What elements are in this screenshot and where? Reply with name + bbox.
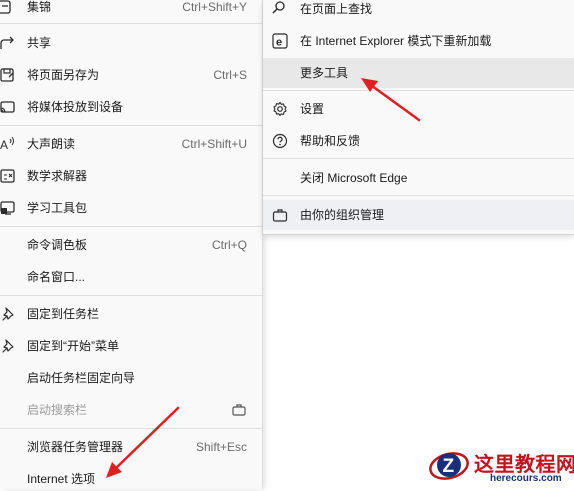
watermark-url: herecours.com [490, 473, 562, 484]
menu-item-label: 将媒体投放到设备 [27, 100, 124, 114]
watermark-logo: Z [429, 452, 469, 480]
menu-item-label: 固定到任务栏 [27, 307, 100, 321]
find-icon [272, 1, 288, 17]
menu-item-settings[interactable]: 设置 [263, 94, 574, 124]
menu-item-label: 共享 [27, 36, 52, 50]
menu-item-label: 在 Internet Explorer 模式下重新加载 [300, 34, 492, 48]
menu-item-ie-mode[interactable]: e 在 Internet Explorer 模式下重新加载 [263, 26, 574, 56]
menu-item-share[interactable]: 共享 [0, 31, 262, 55]
menu-item-label: 学习工具包 [27, 201, 88, 215]
menu-divider [0, 428, 262, 429]
shortcut-text: Ctrl+Shift+Y [182, 0, 247, 14]
edge-main-menu: 在页面上查找 e 在 Internet Explorer 模式下重新加载 更多工… [263, 0, 574, 235]
learning-toolkit-icon [0, 200, 16, 216]
briefcase-icon [232, 403, 246, 416]
share-icon [0, 35, 16, 51]
menu-item-label: 更多工具 [300, 66, 349, 80]
menu-item-pin-taskbar[interactable]: 固定到任务栏 [0, 302, 262, 326]
menu-item-task-manager[interactable]: 浏览器任务管理器 Shift+Esc [0, 435, 262, 459]
menu-divider [0, 295, 262, 296]
shortcut-text: Ctrl+S [213, 68, 247, 82]
menu-item-internet-options[interactable]: Internet 选项 [0, 467, 262, 491]
menu-item-find-on-page[interactable]: 在页面上查找 [263, 0, 574, 24]
menu-item-math-solver[interactable]: 数学求解器 [0, 164, 262, 188]
menu-divider [263, 195, 574, 196]
read-aloud-icon: A [0, 136, 16, 152]
menu-item-name-window[interactable]: 命名窗口... [0, 265, 262, 289]
ie-icon: e [272, 33, 288, 49]
menu-item-help-feedback[interactable]: 帮助和反馈 [263, 126, 574, 156]
menu-divider [0, 226, 262, 227]
math-solver-icon [0, 168, 16, 184]
menu-item-more-tools[interactable]: 更多工具 [263, 58, 574, 88]
shortcut-text: Ctrl+Shift+U [181, 137, 247, 151]
save-page-icon [0, 67, 16, 83]
menu-item-label: 大声朗读 [27, 137, 76, 151]
menu-item-command-palette[interactable]: 命令调色板 Ctrl+Q [0, 233, 262, 257]
site-watermark: Z 这里教程网 herecours.com [428, 442, 574, 489]
menu-item-label: 由你的组织管理 [300, 208, 385, 222]
menu-item-label: 浏览器任务管理器 [27, 440, 124, 454]
menu-item-label: 固定到“开始”菜单 [27, 339, 119, 353]
menu-item-managed-by-org[interactable]: 由你的组织管理 [263, 200, 574, 230]
menu-item-learning-toolkit[interactable]: 学习工具包 [0, 196, 262, 220]
menu-divider [263, 90, 574, 91]
menu-item-read-aloud[interactable]: A 大声朗读 Ctrl+Shift+U [0, 132, 262, 156]
shortcut-text: Shift+Esc [195, 440, 247, 454]
svg-text:Z: Z [443, 456, 455, 477]
briefcase-icon [272, 207, 288, 223]
menu-item-label: Internet 选项 [27, 472, 96, 486]
menu-item-label: 集锦 [27, 0, 52, 14]
menu-item-label: 数学求解器 [27, 169, 88, 183]
menu-item-taskbar-wizard[interactable]: 启动任务栏固定向导 [0, 366, 262, 390]
menu-item-label: 将页面另存为 [27, 68, 100, 82]
menu-item-label: 命名窗口... [27, 270, 86, 284]
menu-item-label: 启动任务栏固定向导 [27, 371, 136, 385]
menu-item-label: 在页面上查找 [300, 2, 373, 16]
help-icon [272, 133, 288, 149]
menu-item-label: 帮助和反馈 [300, 134, 361, 148]
menu-item-cast-media[interactable]: 将媒体投放到设备 [0, 95, 262, 119]
menu-divider [0, 125, 262, 126]
pin-icon [0, 338, 16, 354]
menu-item-save-page-as[interactable]: 将页面另存为 Ctrl+S [0, 63, 262, 87]
gear-icon [272, 101, 288, 117]
menu-item-collections[interactable]: 集锦 Ctrl+Shift+Y [0, 0, 262, 19]
more-tools-submenu: 集锦 Ctrl+Shift+Y 共享 将页面另存为 Ctrl+S 将媒体投放到设… [0, 0, 263, 489]
svg-text:e: e [276, 37, 282, 49]
menu-item-label: 启动搜索栏 [27, 403, 88, 417]
menu-divider [0, 23, 262, 24]
cast-icon [0, 99, 16, 115]
menu-item-label: 关闭 Microsoft Edge [300, 171, 408, 185]
svg-text:A: A [0, 138, 8, 152]
shortcut-text: Ctrl+Q [211, 238, 247, 252]
menu-item-search-bar: 启动搜索栏 [0, 398, 262, 422]
menu-item-pin-start[interactable]: 固定到“开始”菜单 [0, 334, 262, 358]
collections-icon [0, 0, 16, 15]
menu-item-label: 命令调色板 [27, 238, 88, 252]
menu-item-label: 设置 [300, 102, 325, 116]
menu-item-close-edge[interactable]: 关闭 Microsoft Edge [263, 163, 574, 193]
menu-divider [263, 158, 574, 159]
pin-icon [0, 306, 16, 322]
